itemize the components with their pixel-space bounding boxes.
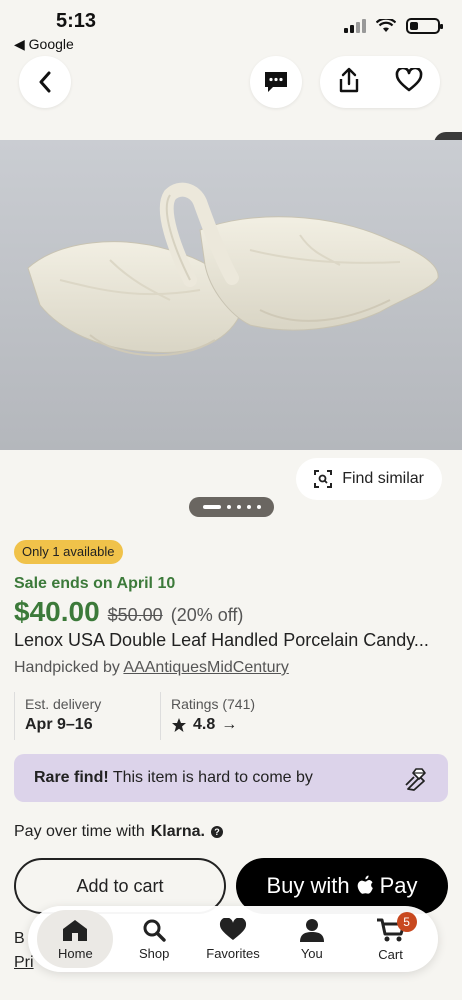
heart-icon <box>219 917 246 940</box>
ratings-label: Ratings (741) <box>171 696 256 712</box>
ratings-summary[interactable]: Ratings (741) 4.8 → <box>160 692 360 740</box>
delivery-label: Est. delivery <box>25 696 102 712</box>
rare-find-bold: Rare find! <box>34 769 109 786</box>
rare-find-desc: This item is hard to come by <box>108 769 313 786</box>
person-icon <box>299 918 324 942</box>
handpicked-prefix: Handpicked by <box>14 659 124 676</box>
estimated-delivery[interactable]: Est. delivery Apr 9–16 <box>14 692 159 740</box>
availability-badge: Only 1 available <box>14 540 123 564</box>
delivery-ratings-row: Est. delivery Apr 9–16 Ratings (741) 4.8… <box>14 692 448 740</box>
back-button[interactable] <box>19 56 71 108</box>
tab-home[interactable]: Home <box>37 910 114 968</box>
carousel-dot <box>226 505 231 509</box>
apple-logo-icon <box>357 875 373 894</box>
tab-label: Cart <box>378 946 403 962</box>
klarna-payment-info[interactable]: Pay over time with Klarna. ? <box>14 823 223 841</box>
tab-label: Favorites <box>206 945 260 961</box>
discount-text: (20% off) <box>170 605 244 625</box>
battery-icon <box>406 18 443 34</box>
below-fold-link[interactable]: Pri <box>14 954 34 972</box>
shop-name-link[interactable]: AAAntiquesMidCentury <box>123 659 288 676</box>
status-icons <box>344 18 443 34</box>
cellular-signal-icon <box>344 19 366 33</box>
price-row: $40.00 $50.00 (20% off) <box>14 596 243 628</box>
status-time: 5:13 <box>56 10 97 32</box>
back-to-google-link[interactable]: ◀ Google <box>14 36 74 53</box>
carousel-dot <box>236 505 241 509</box>
rare-find-text: Rare find! This item is hard to come by <box>34 769 313 787</box>
heart-outline-icon <box>395 66 423 91</box>
share-icon <box>339 67 359 92</box>
sale-ends-text: Sale ends on April 10 <box>14 575 176 592</box>
info-icon[interactable]: ? <box>210 826 223 838</box>
buy-with-label: Buy with <box>266 873 350 898</box>
product-image[interactable] <box>0 140 462 450</box>
rare-find-banner: Rare find! This item is hard to come by <box>14 754 448 802</box>
tab-label: Shop <box>139 945 170 961</box>
product-title[interactable]: Lenox USA Double Leaf Handled Porcelain … <box>14 630 444 651</box>
original-price: $50.00 <box>107 605 163 625</box>
handpicked-by: Handpicked by AAAntiquesMidCentury <box>14 659 289 677</box>
carousel-dot <box>256 505 261 509</box>
scan-icon <box>314 470 333 488</box>
cart-count-badge: 5 <box>396 912 417 932</box>
tab-favorites[interactable]: Favorites <box>195 910 271 968</box>
arrow-right-icon: → <box>221 716 238 733</box>
share-button[interactable] <box>337 67 361 98</box>
tab-label: You <box>300 945 323 961</box>
tab-cart[interactable]: Cart 5 <box>353 910 429 968</box>
chevron-left-icon <box>39 71 51 93</box>
carousel-dot <box>246 505 251 509</box>
carousel-dot <box>202 505 221 509</box>
below-fold-text: B <box>14 930 25 947</box>
tab-you[interactable]: You <box>274 910 350 968</box>
star-icon <box>172 718 186 732</box>
tab-label: Home <box>58 945 93 961</box>
wifi-icon <box>376 19 396 32</box>
find-similar-label: Find similar <box>342 470 424 487</box>
klarna-text: Pay over time with <box>14 823 145 840</box>
klarna-brand: Klarna. <box>150 823 205 840</box>
tab-shop[interactable]: Shop <box>116 910 192 968</box>
delivery-value: Apr 9–16 <box>25 716 93 733</box>
porcelain-leaf-dish-image <box>0 140 462 450</box>
top-bar <box>0 56 462 244</box>
message-seller-button[interactable] <box>250 56 302 108</box>
message-icon <box>265 72 287 92</box>
home-icon <box>63 919 88 941</box>
search-icon <box>143 919 166 942</box>
pay-label: Pay <box>379 873 418 898</box>
diamond-hand-icon <box>405 768 426 791</box>
status-bar: 5:13 ◀ Google <box>0 0 462 56</box>
carousel-indicator[interactable] <box>189 497 274 517</box>
share-favorite-group <box>320 56 440 108</box>
find-similar-button[interactable]: Find similar <box>296 458 442 500</box>
rating-value-row: 4.8 → <box>171 716 360 734</box>
favorite-button[interactable] <box>395 66 423 97</box>
bottom-tab-bar: Home Shop Favorites You Cart 5 <box>28 906 438 972</box>
current-price: $40.00 <box>14 596 100 627</box>
rating-value: 4.8 <box>193 716 216 733</box>
